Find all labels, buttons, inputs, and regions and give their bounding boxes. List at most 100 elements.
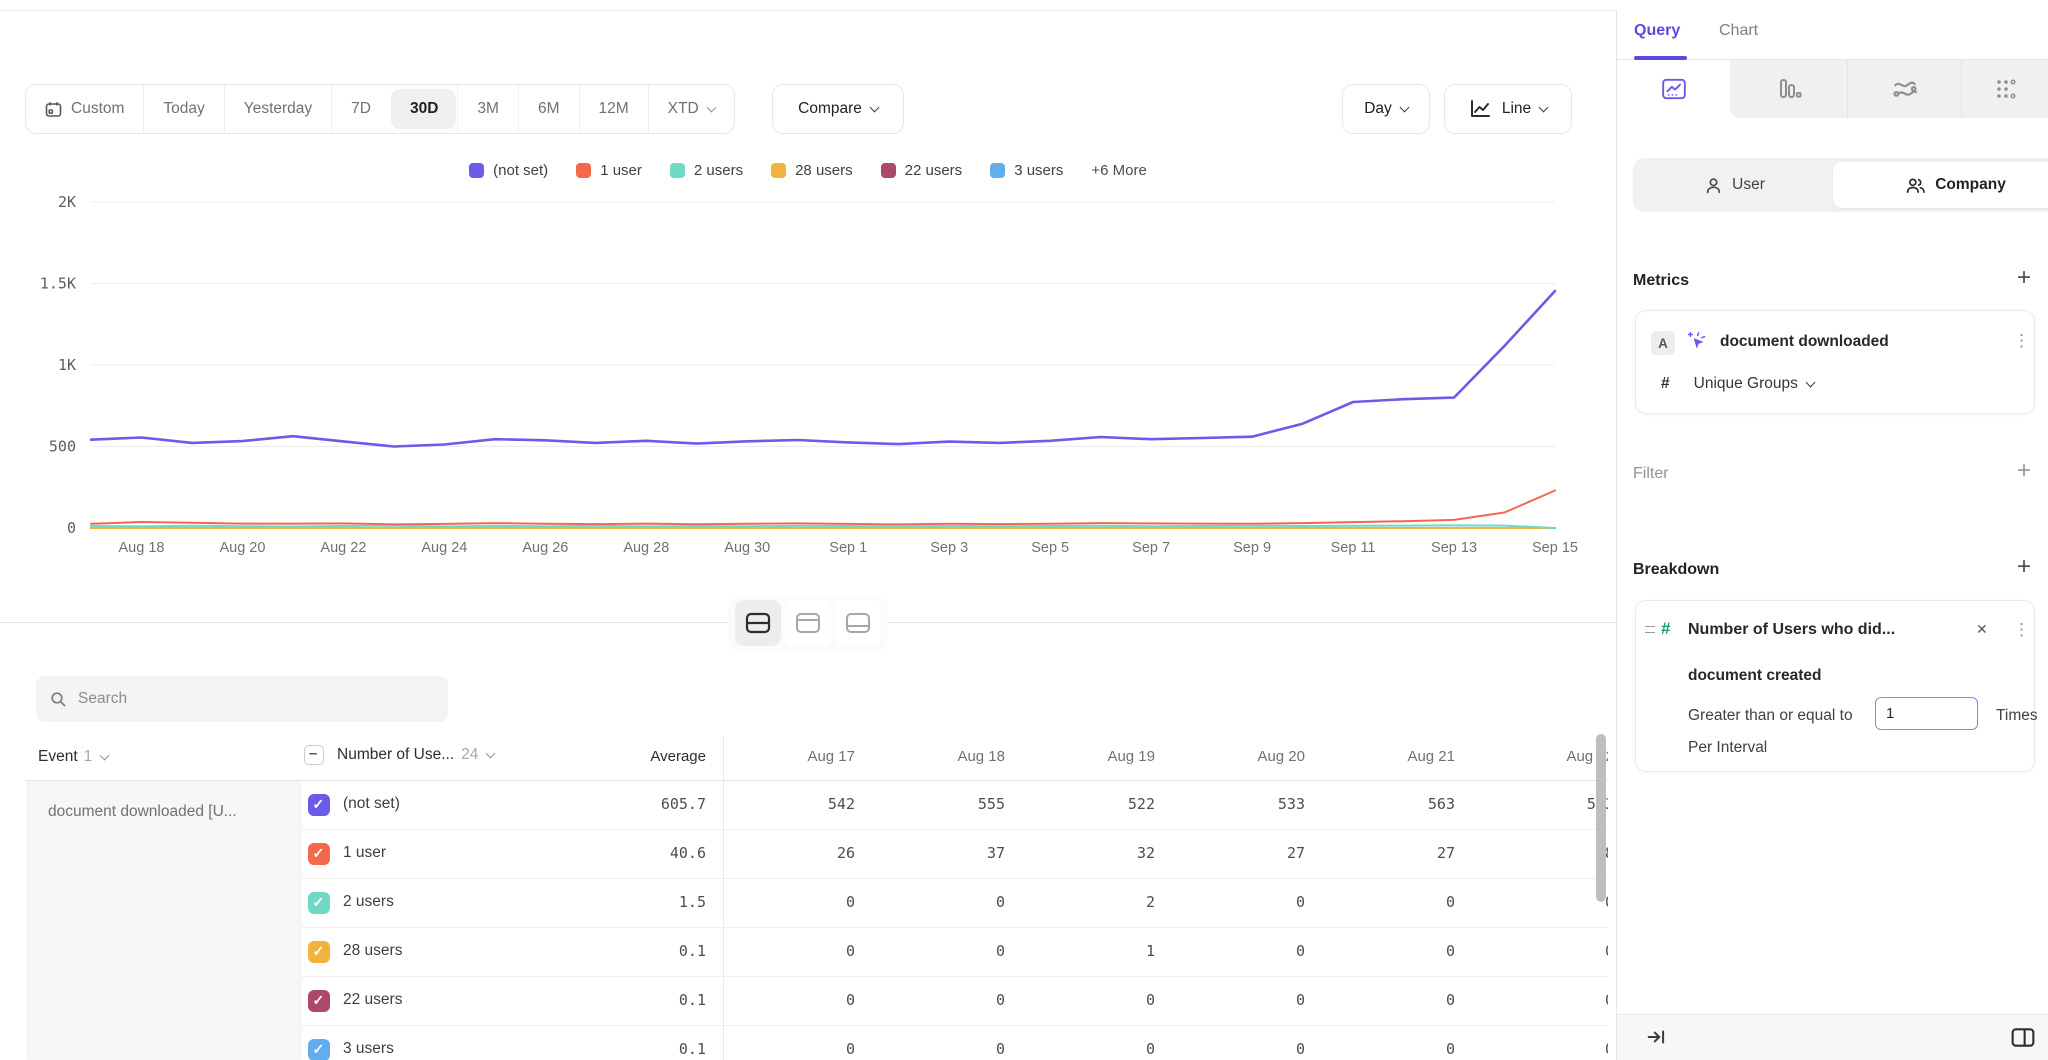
add-metric-button[interactable] [2012, 268, 2036, 292]
add-breakdown-button[interactable] [2012, 557, 2036, 581]
active-tab-underline [1634, 56, 1687, 60]
select-all-checkbox[interactable] [304, 745, 324, 765]
range-label: Yesterday [244, 100, 312, 118]
search-icon [50, 691, 67, 708]
range-today[interactable]: Today [143, 85, 223, 133]
table-row-not-set: (not set)605.7542555522533563533 [302, 781, 1608, 830]
row-checkbox[interactable] [308, 843, 330, 865]
cell-value: 0 [1446, 893, 1455, 911]
query-panel: Query Chart [1616, 10, 2048, 1060]
breakdown-kebab-icon[interactable] [2008, 620, 2026, 642]
measure-selector[interactable]: # Unique Groups [1661, 375, 1814, 393]
people-icon [1906, 177, 1925, 194]
y-axis-tick: 1K [58, 356, 76, 374]
event-count: 1 [84, 748, 93, 766]
row-average: 0.1 [679, 1040, 706, 1058]
cell-value: 0 [996, 991, 1005, 1009]
metric-event-name[interactable]: document downloaded [1720, 333, 1889, 351]
range-xtd[interactable]: XTD [648, 85, 734, 133]
cell-value: 1 [1146, 942, 1155, 960]
table-scrollbar[interactable] [1596, 734, 1606, 902]
breakdown-condition[interactable]: Greater than or equal to [1688, 707, 1853, 725]
filter-title: Filter [1633, 465, 1669, 483]
breakdown-title: Breakdown [1633, 561, 1719, 579]
row-date-values: 001000 [723, 928, 1608, 977]
range-label: 3M [477, 100, 499, 118]
metrics-title: Metrics [1633, 272, 1689, 290]
x-axis-tick: Sep 15 [1532, 540, 1578, 556]
chart-type-button[interactable]: Line [1444, 84, 1572, 134]
tab-chart[interactable]: Chart [1719, 22, 1758, 40]
collapse-panel-icon[interactable] [1647, 1028, 1667, 1046]
row-label: 1 user [343, 844, 386, 862]
bar-chart-type-button[interactable] [1730, 60, 1847, 118]
y-axis-tick: 2K [58, 193, 76, 211]
date-range-group: CustomToday Yesterday 7D30D 3M 6M 12M XTD [25, 84, 735, 134]
metric-card[interactable]: A document downloaded # Unique Groups [1635, 310, 2035, 414]
range-12m[interactable]: 12M [579, 85, 648, 133]
stream-chart-type-button[interactable] [1847, 60, 1961, 118]
cell-value: 563 [1428, 795, 1455, 813]
cell-value: 26 [837, 844, 855, 862]
tab-query[interactable]: Query [1634, 22, 1680, 40]
x-axis-tick: Sep 13 [1431, 540, 1477, 556]
range-6m[interactable]: 6M [518, 85, 579, 133]
chart-only-view-button[interactable] [785, 600, 831, 646]
interval-button[interactable]: Day [1342, 84, 1430, 134]
range-custom[interactable]: Custom [26, 85, 143, 133]
split-panel-icon[interactable] [2011, 1026, 2035, 1049]
line-chart-framed-icon [1661, 77, 1687, 101]
breakdown-per-interval[interactable]: Per Interval [1688, 739, 1767, 757]
drag-handle-icon[interactable] [1645, 626, 1655, 633]
x-axis-tick: Aug 22 [320, 540, 366, 556]
scope-user-button[interactable]: User [1637, 162, 1833, 208]
row-checkbox[interactable] [308, 892, 330, 914]
y-axis-tick: 500 [49, 438, 76, 456]
x-axis-tick: Aug 20 [219, 540, 265, 556]
measure-prefix: # [1661, 375, 1670, 393]
cell-value: 0 [1296, 1040, 1305, 1058]
scope-company-button[interactable]: Company [1833, 162, 2048, 208]
breakdown-value-input[interactable] [1875, 697, 1978, 730]
range-3m[interactable]: 3M [457, 85, 518, 133]
x-axis-tick: Aug 24 [421, 540, 467, 556]
line-chart-type-button[interactable] [1617, 60, 1730, 118]
row-checkbox[interactable] [308, 941, 330, 963]
row-date-values: 000000 [723, 977, 1608, 1026]
cell-value: 27 [1287, 844, 1305, 862]
range-30d[interactable]: 30D [391, 89, 456, 129]
panel-tabs: Query Chart [1617, 10, 2048, 60]
breakdown-event[interactable]: document created [1688, 667, 1822, 685]
close-icon[interactable] [1974, 621, 1992, 639]
event-column-header[interactable]: Event 1 [38, 748, 108, 766]
stream-chart-icon [1892, 77, 1918, 101]
split-view-button[interactable] [735, 600, 781, 646]
x-axis-tick: Aug 18 [118, 540, 164, 556]
cell-value: 0 [1296, 893, 1305, 911]
table-row-1-user: 1 user40.6263732272728 [302, 830, 1608, 879]
search-input[interactable] [78, 690, 418, 708]
group-column-header[interactable]: Number of Use... 24 [304, 745, 494, 765]
row-average: 40.6 [670, 844, 706, 862]
compare-button[interactable]: Compare [772, 84, 904, 134]
row-checkbox[interactable] [308, 794, 330, 816]
metric-kebab-icon[interactable] [2008, 331, 2026, 353]
event-sparkle-icon [1686, 331, 1708, 353]
range-yesterday[interactable]: Yesterday [224, 85, 331, 133]
range-label: XTD [668, 100, 699, 118]
row-checkbox[interactable] [308, 990, 330, 1012]
view-toggle [728, 596, 888, 650]
cell-value: 0 [1605, 942, 1608, 960]
range-7d[interactable]: 7D [331, 85, 390, 133]
table-header: Event 1 Number of Use... 24 Average Aug … [0, 736, 1616, 780]
grid-chart-type-button[interactable] [1961, 60, 2048, 118]
add-filter-button[interactable] [2012, 461, 2036, 485]
scope-company-label: Company [1935, 176, 2006, 194]
table-row-22-users: 22 users0.1000000 [302, 977, 1608, 1026]
frozen-column-divider [723, 736, 724, 1060]
row-checkbox[interactable] [308, 1039, 330, 1060]
breakdown-card-title[interactable]: Number of Users who did... [1688, 621, 1895, 639]
cell-value: 555 [978, 795, 1005, 813]
range-label: 12M [599, 100, 629, 118]
table-only-view-button[interactable] [835, 600, 881, 646]
